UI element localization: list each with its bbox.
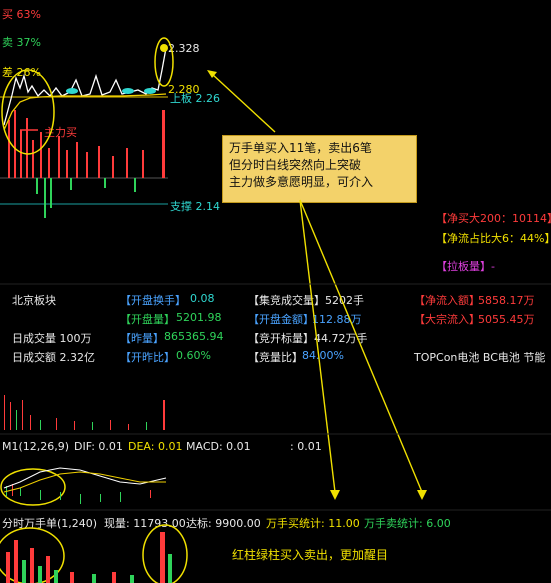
dea-line — [3, 471, 166, 493]
price-line — [3, 47, 167, 126]
high-marker — [160, 44, 168, 52]
macd-annotation-circle — [0, 468, 66, 506]
green-bars — [36, 178, 136, 218]
arrow-head-buy — [330, 490, 340, 500]
red-bars — [8, 110, 165, 178]
arrow-head-sell — [417, 490, 427, 500]
volume-histogram — [4, 395, 165, 430]
chart-overlay — [0, 37, 551, 583]
average-line — [3, 93, 167, 131]
macd-bars — [6, 484, 151, 504]
large-order-bars — [6, 532, 172, 583]
pointer-lines — [211, 73, 423, 493]
